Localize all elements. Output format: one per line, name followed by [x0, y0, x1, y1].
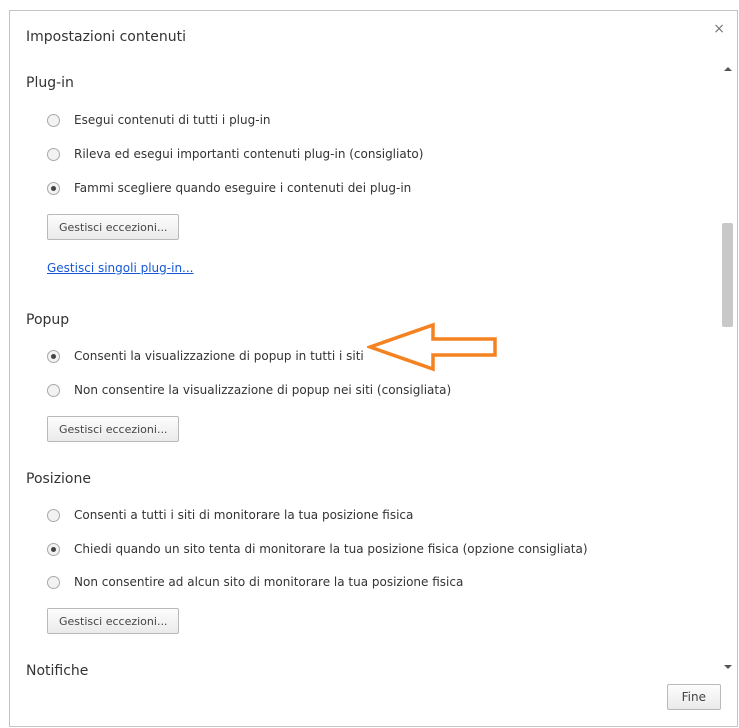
- radio-label: Consenti la visualizzazione di popup in …: [74, 349, 364, 363]
- radio-button-checked[interactable]: [47, 349, 60, 363]
- radio-popup-allow-all[interactable]: Consenti la visualizzazione di popup in …: [47, 346, 364, 366]
- radio-location-allow-all[interactable]: Consenti a tutti i siti di monitorare la…: [47, 505, 413, 525]
- radio-label: Chiedi quando un sito tenta di monitorar…: [74, 542, 588, 556]
- manage-individual-plugins-link[interactable]: Gestisci singoli plug-in...: [47, 261, 194, 275]
- radio-label: Esegui contenuti di tutti i plug-in: [74, 113, 271, 127]
- dialog-title: Impostazioni contenuti: [26, 29, 186, 45]
- vertical-scrollbar[interactable]: [719, 61, 737, 675]
- scroll-up-arrow-icon[interactable]: [724, 67, 732, 71]
- radio-button[interactable]: [47, 383, 60, 397]
- radio-location-ask[interactable]: Chiedi quando un sito tenta di monitorar…: [47, 539, 588, 559]
- plugin-manage-exceptions-button[interactable]: Gestisci eccezioni...: [47, 214, 180, 240]
- radio-plugin-let-me-choose[interactable]: Fammi scegliere quando eseguire i conten…: [47, 178, 411, 198]
- section-heading-location: Posizione: [26, 471, 91, 487]
- radio-location-block[interactable]: Non consentire ad alcun sito di monitora…: [47, 572, 463, 592]
- radio-button[interactable]: [47, 113, 60, 127]
- radio-button[interactable]: [47, 147, 60, 161]
- radio-button[interactable]: [47, 575, 60, 589]
- radio-label: Rileva ed esegui importanti contenuti pl…: [74, 147, 424, 161]
- scroll-down-arrow-icon[interactable]: [724, 665, 732, 669]
- radio-label: Non consentire la visualizzazione di pop…: [74, 383, 452, 397]
- done-button[interactable]: Fine: [666, 684, 721, 710]
- section-heading-plugin: Plug-in: [26, 75, 74, 91]
- radio-label: Non consentire ad alcun sito di monitora…: [74, 575, 464, 589]
- popup-manage-exceptions-button[interactable]: Gestisci eccezioni...: [47, 416, 180, 442]
- radio-plugin-run-all[interactable]: Esegui contenuti di tutti i plug-in: [47, 110, 271, 130]
- radio-button[interactable]: [47, 508, 60, 522]
- radio-button-checked[interactable]: [47, 181, 60, 195]
- radio-label: Fammi scegliere quando eseguire i conten…: [74, 181, 412, 195]
- scrollbar-thumb[interactable]: [722, 223, 733, 327]
- radio-label: Consenti a tutti i siti di monitorare la…: [74, 508, 414, 522]
- radio-plugin-detect-important[interactable]: Rileva ed esegui importanti contenuti pl…: [47, 144, 423, 164]
- settings-scroll-area: Plug-in Esegui contenuti di tutti i plug…: [10, 61, 714, 675]
- section-heading-notifications: Notifiche: [26, 663, 89, 675]
- section-heading-popup: Popup: [26, 312, 70, 328]
- close-icon[interactable]: ×: [713, 21, 725, 37]
- radio-button-checked[interactable]: [47, 542, 60, 556]
- location-manage-exceptions-button[interactable]: Gestisci eccezioni...: [47, 608, 180, 634]
- radio-popup-block[interactable]: Non consentire la visualizzazione di pop…: [47, 380, 451, 400]
- annotation-arrow-icon: [367, 322, 497, 372]
